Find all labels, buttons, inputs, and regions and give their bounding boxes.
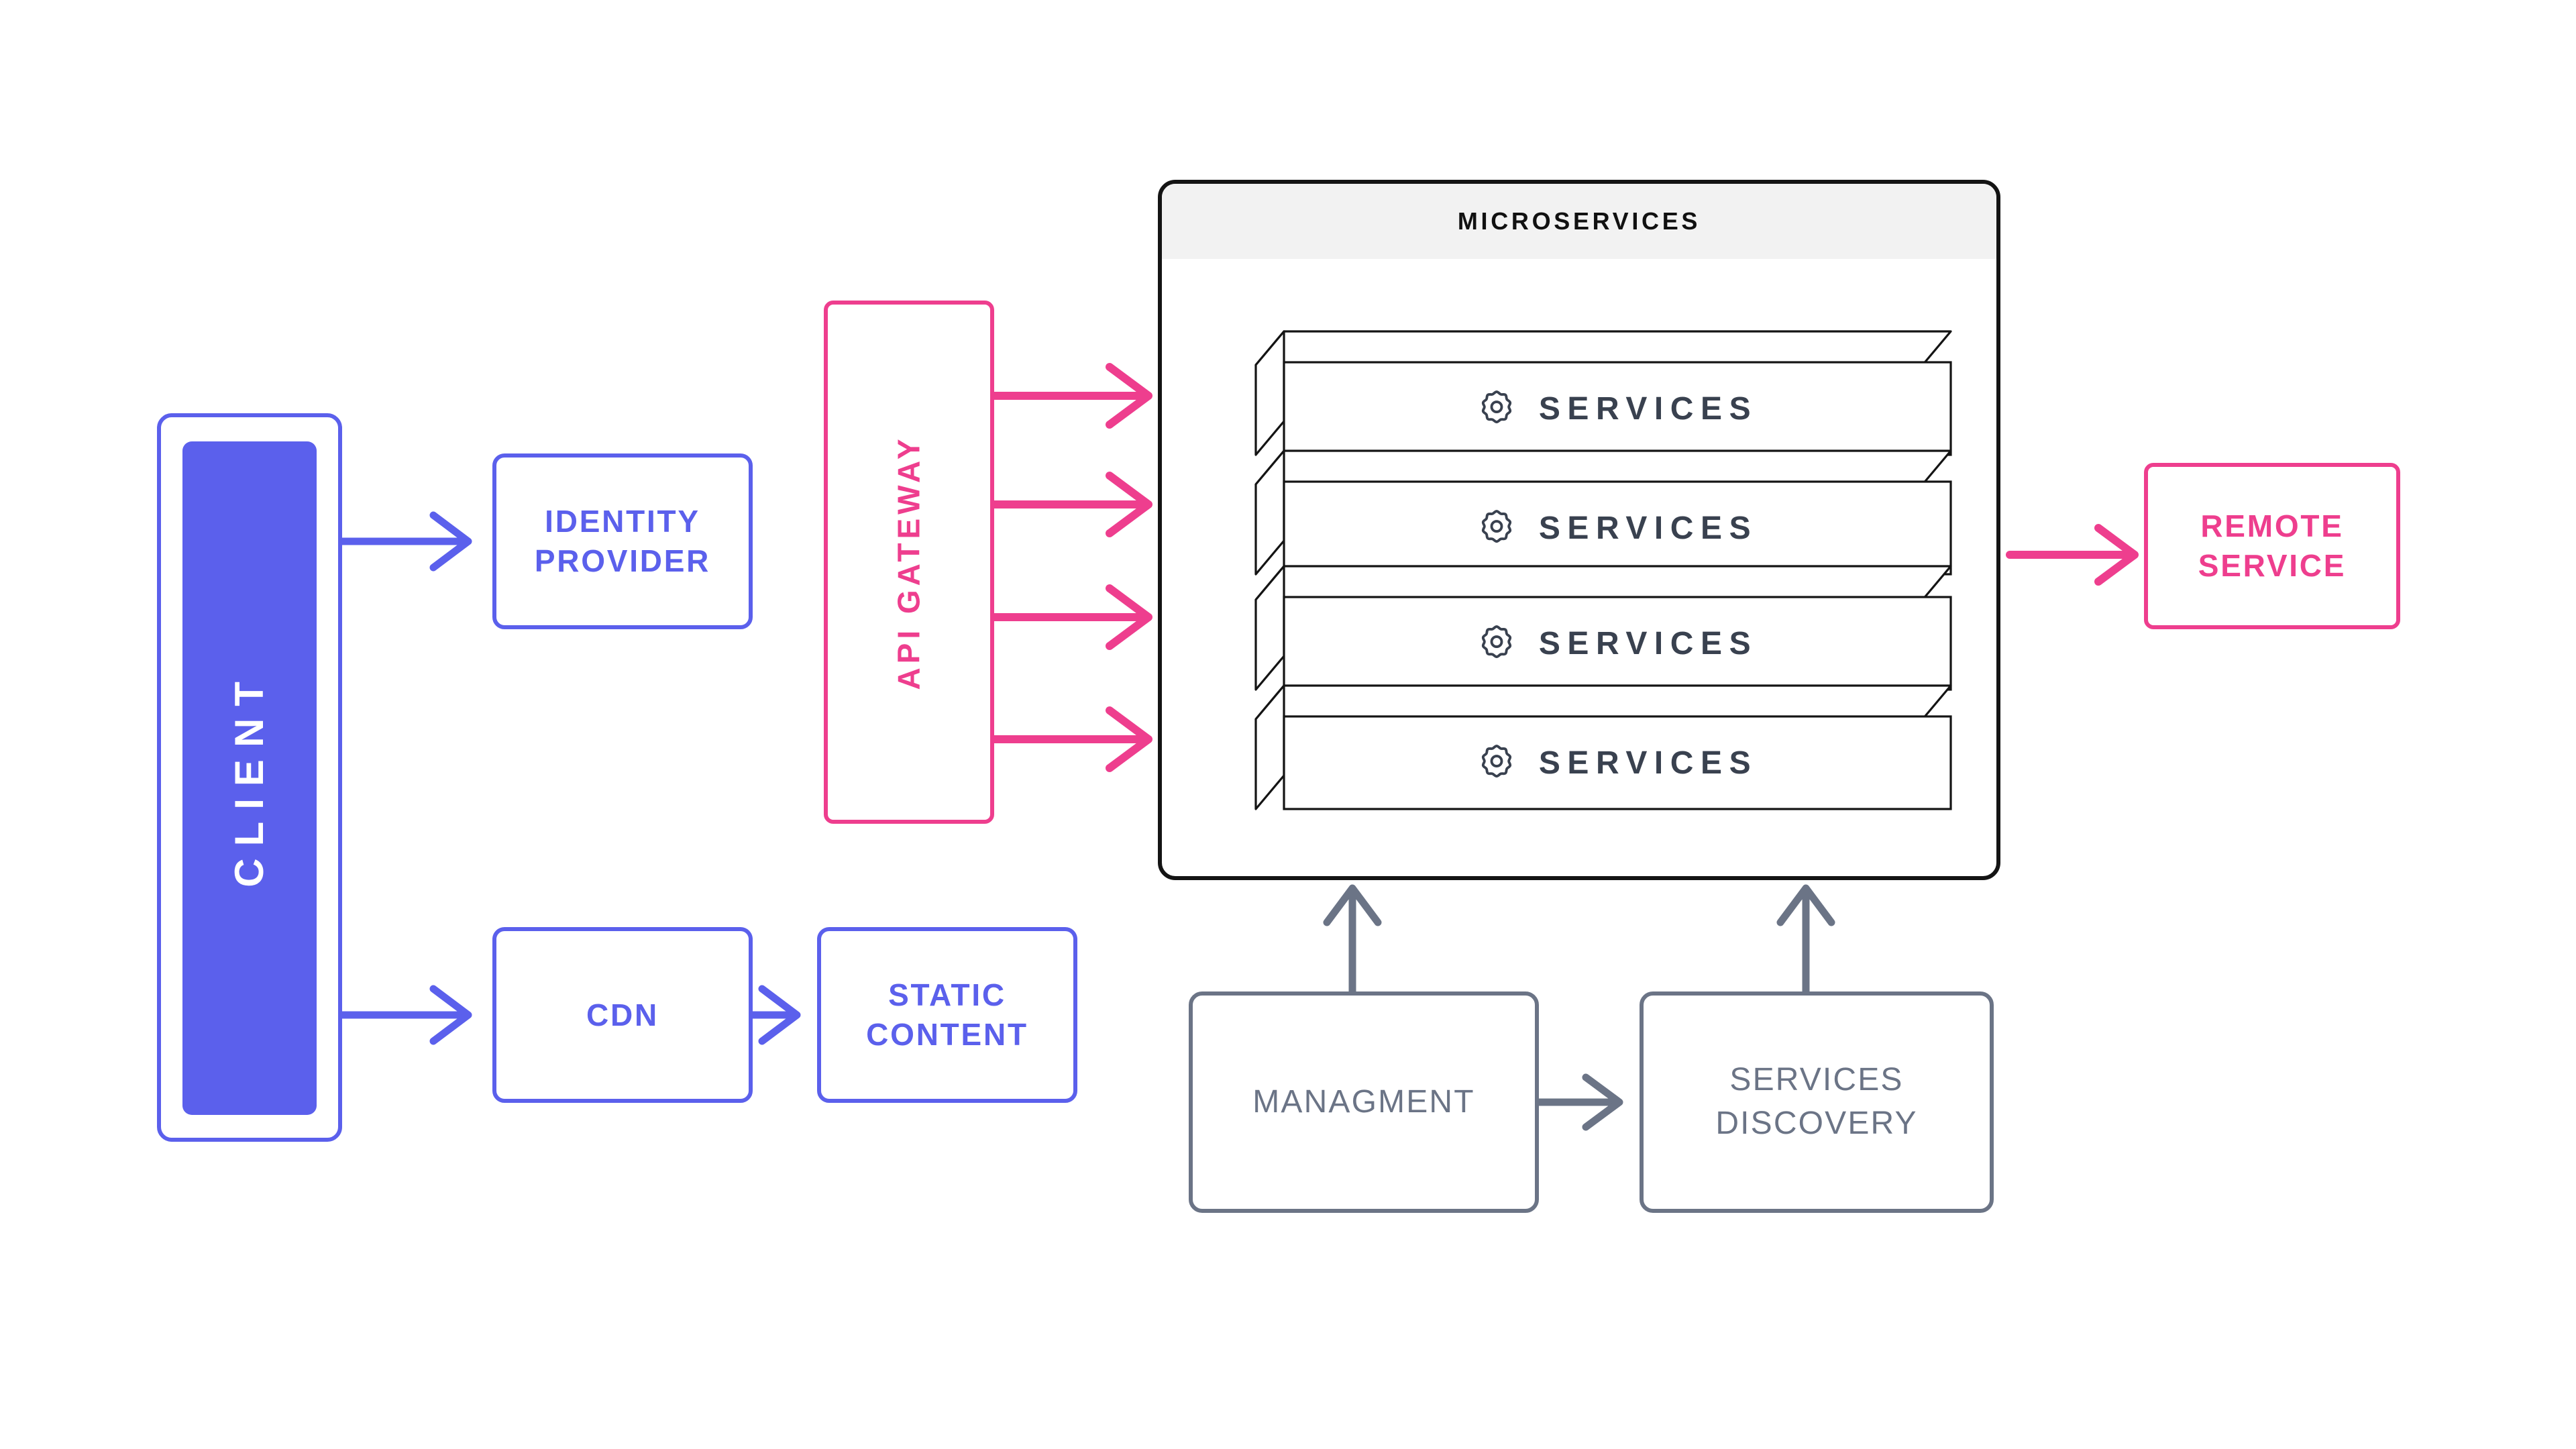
client-node[interactable]: CLIENT (182, 441, 317, 1115)
connector-gateway-to-microservices-3 (990, 584, 1152, 650)
connector-managment-to-microservices (1323, 884, 1382, 996)
api-gateway-label: API GATEWAY (891, 434, 926, 690)
connector-microservices-to-remote-service (2006, 524, 2139, 586)
gear-icon (1481, 390, 1511, 423)
cdn-node[interactable]: CDN (492, 927, 753, 1103)
client-label: CLIENT (226, 669, 272, 888)
managment-node[interactable]: MANAGMENT (1189, 991, 1539, 1213)
remote-service-label: REMOTE SERVICE (2198, 508, 2347, 583)
gear-icon (1481, 510, 1511, 543)
cdn-label: CDN (586, 997, 659, 1032)
connector-gateway-to-microservices-2 (990, 472, 1152, 537)
service-label: SERVICES (1538, 745, 1758, 781)
api-gateway-node[interactable]: API GATEWAY (824, 301, 994, 824)
static-content-label: STATIC CONTENT (866, 977, 1028, 1052)
identity-provider-label: IDENTITY PROVIDER (534, 504, 711, 578)
connector-managment-to-services-discovery (1535, 1073, 1623, 1131)
service-slab-content: SERVICES (1284, 482, 1951, 574)
static-content-node[interactable]: STATIC CONTENT (817, 927, 1077, 1103)
microservices-title: MICROSERVICES (1457, 207, 1701, 235)
service-slab[interactable]: SERVICES (1254, 330, 1952, 456)
service-slab[interactable]: SERVICES (1254, 684, 1952, 810)
service-slab-content: SERVICES (1284, 716, 1951, 809)
services-discovery-label: SERVICES DISCOVERY (1715, 1062, 1918, 1141)
service-label: SERVICES (1538, 625, 1758, 661)
services-discovery-node[interactable]: SERVICES DISCOVERY (1640, 991, 1994, 1213)
identity-provider-node[interactable]: IDENTITY PROVIDER (492, 453, 753, 629)
gear-icon (1481, 745, 1511, 777)
diagram-canvas: CLIENT IDENTITY PROVIDER CDN STATIC CONT… (0, 0, 2576, 1449)
connector-client-to-identity-provider (338, 511, 472, 572)
connector-client-to-cdn (338, 985, 472, 1045)
service-label: SERVICES (1538, 510, 1758, 546)
service-slab-content: SERVICES (1284, 362, 1951, 455)
connector-gateway-to-microservices-4 (990, 706, 1152, 772)
connector-gateway-to-microservices-1 (990, 363, 1152, 429)
service-label: SERVICES (1538, 390, 1758, 427)
connector-services-discovery-to-microservices (1776, 884, 1835, 996)
remote-service-node[interactable]: REMOTE SERVICE (2144, 463, 2400, 629)
microservices-header: MICROSERVICES (1162, 184, 1996, 259)
service-slab-content: SERVICES (1284, 597, 1951, 690)
service-slab[interactable]: SERVICES (1254, 449, 1952, 576)
connector-cdn-to-static-content (749, 985, 801, 1045)
managment-label: MANAGMENT (1252, 1084, 1475, 1120)
gear-icon (1481, 625, 1511, 658)
service-slab[interactable]: SERVICES (1254, 565, 1952, 691)
